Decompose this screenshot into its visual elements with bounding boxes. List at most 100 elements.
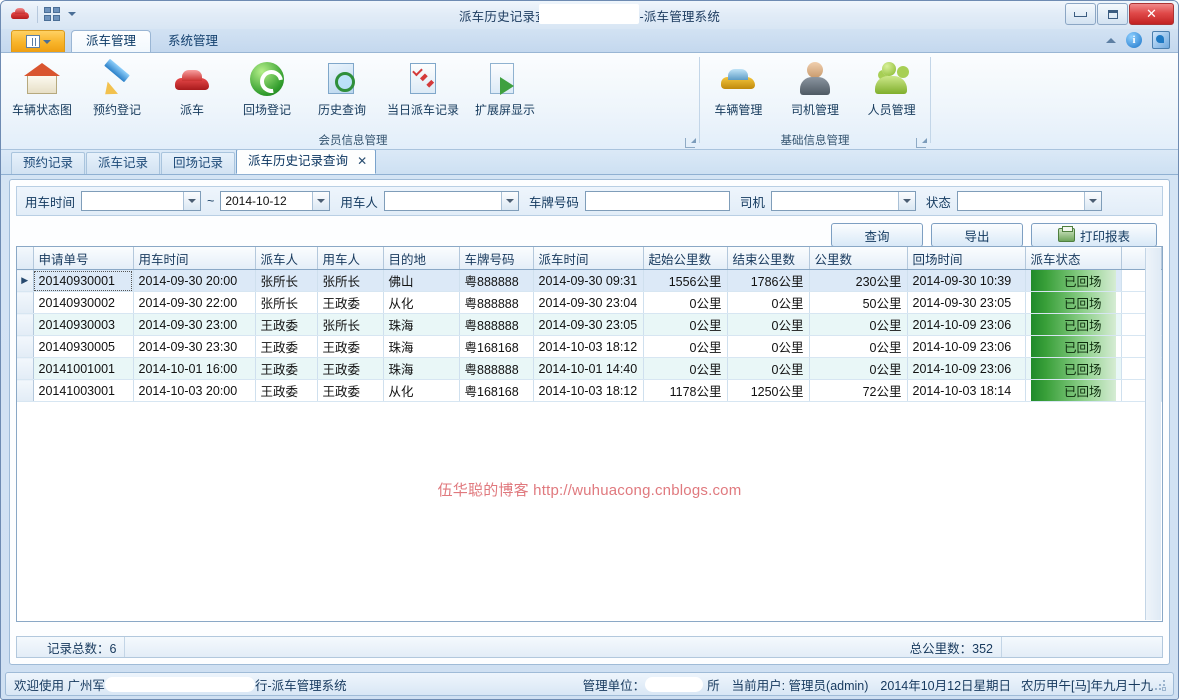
table-cell-2[interactable]: 王政委 <box>255 335 318 358</box>
col-header-km[interactable]: 公里数 <box>809 247 908 270</box>
ribbon-tab-dispatch[interactable]: 派车管理 <box>71 30 152 52</box>
table-cell-0[interactable]: 20140930001 <box>33 269 134 292</box>
table-cell-6[interactable]: 2014-10-03 18:12 <box>533 335 644 358</box>
col-header-status[interactable]: 派车状态 <box>1025 247 1122 270</box>
application-menu-button[interactable] <box>11 30 65 52</box>
table-cell-3[interactable]: 张所长 <box>317 313 384 336</box>
user-select[interactable] <box>383 191 519 211</box>
close-button[interactable]: ✕ <box>1129 3 1174 25</box>
table-cell-1[interactable]: 2014-09-30 23:00 <box>133 313 256 336</box>
table-cell-3[interactable]: 王政委 <box>317 379 384 402</box>
table-cell-2[interactable]: 王政委 <box>255 313 318 336</box>
doc-tab-return-records[interactable]: 回场记录 <box>161 152 236 174</box>
ribbon-button-vehicle-manage[interactable]: 车辆管理 <box>700 58 777 118</box>
col-header-return-time[interactable]: 回场时间 <box>907 247 1026 270</box>
col-header-destination[interactable]: 目的地 <box>383 247 460 270</box>
col-header-order-no[interactable]: 申请单号 <box>33 247 134 270</box>
chevron-up-icon[interactable] <box>1106 37 1116 43</box>
ribbon-button-driver-manage[interactable]: 司机管理 <box>777 58 854 118</box>
table-cell-10[interactable]: 2014-10-09 23:06 <box>907 357 1026 380</box>
row-indicator[interactable] <box>17 291 34 314</box>
table-cell-2[interactable]: 王政委 <box>255 379 318 402</box>
table-cell-4[interactable]: 佛山 <box>383 269 460 292</box>
table-cell-9[interactable]: 50公里 <box>809 291 908 314</box>
table-cell-5[interactable]: 粤888888 <box>459 269 534 292</box>
doc-tab-dispatch-records[interactable]: 派车记录 <box>86 152 161 174</box>
table-cell-5[interactable]: 粤888888 <box>459 313 534 336</box>
col-header-end-km[interactable]: 结束公里数 <box>727 247 810 270</box>
table-cell-9[interactable]: 72公里 <box>809 379 908 402</box>
ribbon-button-return-register[interactable]: 回场登记 <box>232 58 302 118</box>
calendar-dropdown-icon[interactable] <box>183 192 201 210</box>
status-badge[interactable]: 已回场 <box>1025 291 1122 314</box>
ribbon-button-staff-manage[interactable]: 人员管理 <box>853 58 930 118</box>
close-icon[interactable]: ✕ <box>357 154 367 168</box>
table-cell-4[interactable]: 珠海 <box>383 313 460 336</box>
table-cell-3[interactable]: 王政委 <box>317 335 384 358</box>
table-cell-1[interactable]: 2014-09-30 23:30 <box>133 335 256 358</box>
table-cell-8[interactable]: 1250公里 <box>727 379 810 402</box>
table-cell-7[interactable]: 0公里 <box>643 357 728 380</box>
table-cell-7[interactable]: 0公里 <box>643 291 728 314</box>
table-cell-3[interactable]: 张所长 <box>317 269 384 292</box>
table-cell-4[interactable]: 珠海 <box>383 357 460 380</box>
ribbon-tab-system[interactable]: 系统管理 <box>153 30 233 52</box>
plate-input[interactable] <box>584 191 730 211</box>
table-cell-2[interactable]: 张所长 <box>255 269 318 292</box>
table-cell-8[interactable]: 0公里 <box>727 313 810 336</box>
table-cell-10[interactable]: 2014-10-09 23:06 <box>907 313 1026 336</box>
table-cell-0[interactable]: 20141003001 <box>33 379 134 402</box>
table-cell-7[interactable]: 0公里 <box>643 335 728 358</box>
table-cell-10[interactable]: 2014-09-30 10:39 <box>907 269 1026 292</box>
help-icon[interactable] <box>1152 31 1170 49</box>
calendar-dropdown-icon[interactable] <box>312 192 330 210</box>
col-header-user[interactable]: 用车人 <box>317 247 384 270</box>
col-header-plate[interactable]: 车牌号码 <box>459 247 534 270</box>
ribbon-button-history-query[interactable]: 历史查询 <box>307 58 377 118</box>
table-cell-1[interactable]: 2014-10-03 20:00 <box>133 379 256 402</box>
chevron-down-icon[interactable] <box>500 192 518 210</box>
minimize-button[interactable] <box>1065 3 1096 25</box>
maximize-button[interactable] <box>1097 3 1128 25</box>
table-row[interactable]: 20141003001 2014-10-03 20:00 王政委 王政委 从化 粤1681… <box>17 379 1162 402</box>
dialog-launcher-icon[interactable] <box>685 138 696 148</box>
table-cell-10[interactable]: 2014-10-03 18:14 <box>907 379 1026 402</box>
export-button[interactable]: 导出 <box>931 223 1023 247</box>
ribbon-button-extend-screen[interactable]: 扩展屏显示 <box>464 58 546 118</box>
dialog-launcher-icon[interactable] <box>916 138 927 148</box>
table-cell-8[interactable]: 0公里 <box>727 335 810 358</box>
table-cell-3[interactable]: 王政委 <box>317 291 384 314</box>
row-indicator[interactable] <box>17 357 34 380</box>
table-cell-5[interactable]: 粤168168 <box>459 379 534 402</box>
table-cell-9[interactable]: 0公里 <box>809 335 908 358</box>
table-cell-9[interactable]: 230公里 <box>809 269 908 292</box>
table-cell-8[interactable]: 0公里 <box>727 291 810 314</box>
table-cell-7[interactable]: 1556公里 <box>643 269 728 292</box>
col-header-start-km[interactable]: 起始公里数 <box>643 247 728 270</box>
table-cell-1[interactable]: 2014-10-01 16:00 <box>133 357 256 380</box>
table-cell-1[interactable]: 2014-09-30 20:00 <box>133 269 256 292</box>
status-select[interactable] <box>956 191 1102 211</box>
status-badge[interactable]: 已回场 <box>1025 269 1122 292</box>
table-cell-5[interactable]: 粤888888 <box>459 357 534 380</box>
table-cell-10[interactable]: 2014-09-30 23:05 <box>907 291 1026 314</box>
doc-tab-reservations[interactable]: 预约记录 <box>11 152 86 174</box>
ribbon-button-dispatch[interactable]: 派车 <box>157 58 227 118</box>
table-cell-2[interactable]: 张所长 <box>255 291 318 314</box>
row-indicator[interactable] <box>17 379 34 402</box>
table-cell-1[interactable]: 2014-09-30 22:00 <box>133 291 256 314</box>
ribbon-button-today-records[interactable]: 当日派车记录 <box>382 58 464 118</box>
table-cell-4[interactable]: 珠海 <box>383 335 460 358</box>
use-time-from-input[interactable] <box>81 191 202 211</box>
table-row[interactable]: 20140930003 2014-09-30 23:00 王政委 张所长 珠海 粤8888… <box>17 313 1162 336</box>
table-cell-8[interactable]: 1786公里 <box>727 269 810 292</box>
table-row[interactable]: 20140930002 2014-09-30 22:00 张所长 王政委 从化 粤8888… <box>17 291 1162 314</box>
table-cell-8[interactable]: 0公里 <box>727 357 810 380</box>
table-cell-5[interactable]: 粤888888 <box>459 291 534 314</box>
table-cell-9[interactable]: 0公里 <box>809 357 908 380</box>
resize-grip-icon[interactable] <box>1153 678 1165 690</box>
row-indicator[interactable] <box>17 313 34 336</box>
status-badge[interactable]: 已回场 <box>1025 379 1122 402</box>
doc-tab-history-query[interactable]: 派车历史记录查询 ✕ <box>236 149 377 174</box>
row-indicator[interactable] <box>17 335 34 358</box>
